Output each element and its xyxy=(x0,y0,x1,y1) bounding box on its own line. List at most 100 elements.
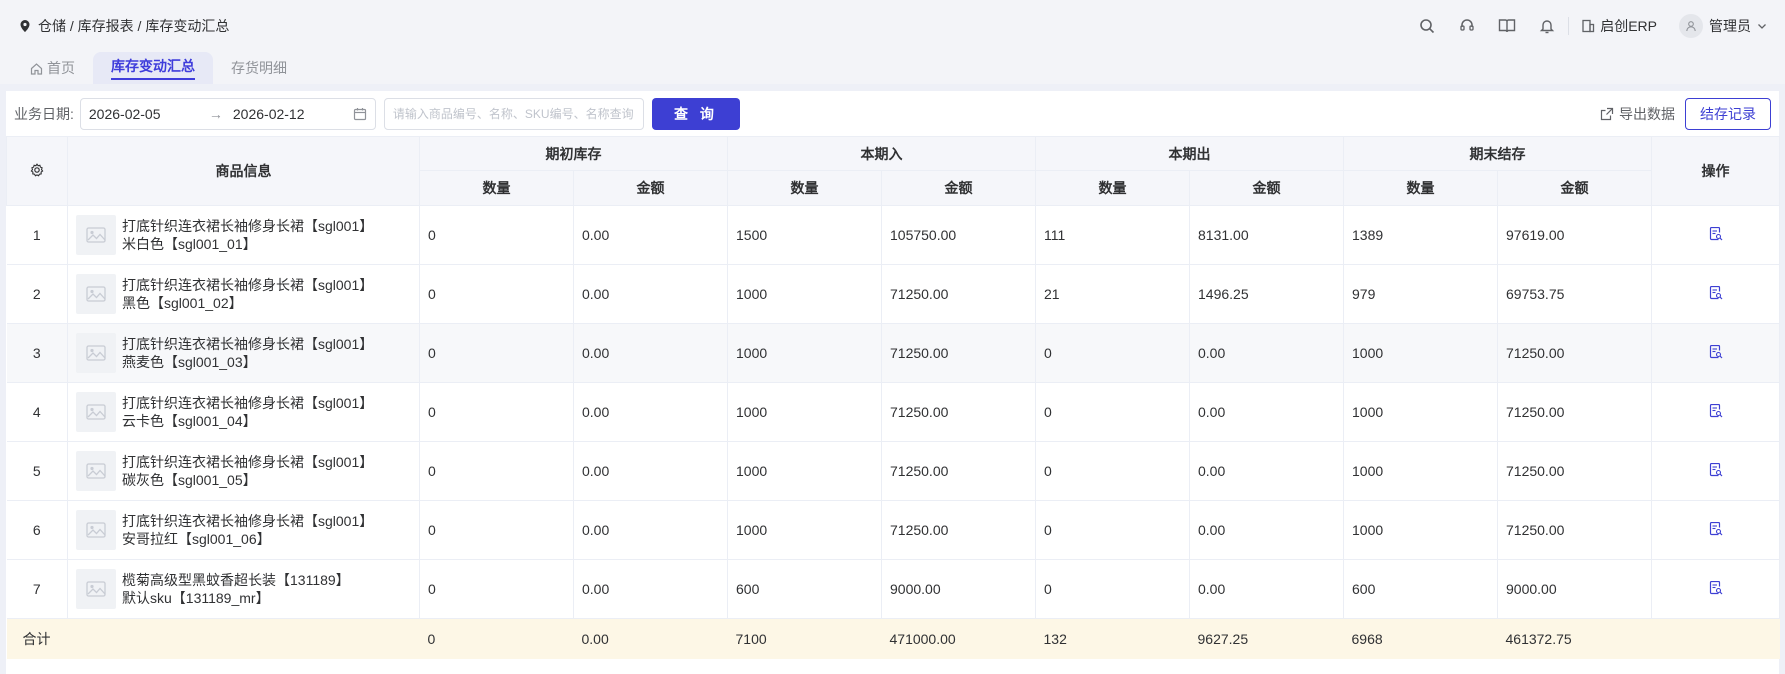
op-cell xyxy=(1651,559,1780,619)
total-close-qty: 6968 xyxy=(1343,618,1498,659)
column-settings[interactable] xyxy=(6,136,68,206)
end-date[interactable]: 2026-02-12 xyxy=(233,106,343,122)
cell-open-amt: 0.00 xyxy=(573,205,728,265)
cell-open-amt: 0.00 xyxy=(573,500,728,560)
cell-close-qty: 979 xyxy=(1343,264,1498,324)
view-detail-icon[interactable] xyxy=(1709,344,1723,359)
table-row: 6 打底针织连衣裙长袖修身长裙【sgl001】 安哥拉红【sgl001_06】 0 0.… xyxy=(6,500,1780,560)
cell-close-qty: 1000 xyxy=(1343,500,1498,560)
image-placeholder-icon xyxy=(76,392,116,432)
header-product: 商品信息 xyxy=(67,136,420,206)
total-open-qty: 0 xyxy=(419,618,574,659)
row-index: 6 xyxy=(6,500,68,560)
product-cell: 打底针织连衣裙长袖修身长裙【sgl001】 黑色【sgl001_02】 xyxy=(67,264,420,324)
header-opening: 期初库存 xyxy=(419,136,728,171)
product-cell: 打底针织连衣裙长袖修身长裙【sgl001】 安哥拉红【sgl001_06】 xyxy=(67,500,420,560)
filter-bar: 业务日期: 2026-02-05 → 2026-02-12 查 询 导出数据 结… xyxy=(6,91,1779,136)
breadcrumb: 仓储 / 库存报表 / 库存变动汇总 xyxy=(18,16,229,36)
table-row: 3 打底针织连衣裙长袖修身长裙【sgl001】 燕麦色【sgl001_03】 0 0.0… xyxy=(6,323,1780,383)
tab-home[interactable]: 首页 xyxy=(12,52,93,84)
cell-open-qty: 0 xyxy=(419,559,574,619)
product-sku: 黑色【sgl001_02】 xyxy=(122,295,243,311)
header-qty: 数量 xyxy=(419,170,574,206)
total-in-amt: 471000.00 xyxy=(881,618,1036,659)
row-index: 2 xyxy=(6,264,68,324)
product-cell: 打底针织连衣裙长袖修身长裙【sgl001】 米白色【sgl001_01】 xyxy=(67,205,420,265)
cell-in-amt: 71250.00 xyxy=(881,382,1036,442)
image-placeholder-icon xyxy=(76,215,116,255)
date-range-picker[interactable]: 2026-02-05 → 2026-02-12 xyxy=(79,97,376,130)
cell-out-qty: 0 xyxy=(1035,500,1190,560)
user-menu[interactable]: 管理员 xyxy=(1679,14,1767,38)
cell-in-amt: 71250.00 xyxy=(881,264,1036,324)
cell-open-qty: 0 xyxy=(419,323,574,383)
cell-close-qty: 1000 xyxy=(1343,382,1498,442)
search-icon[interactable] xyxy=(1418,17,1436,35)
total-row: 合计 0 0.00 7100 471000.00 132 9627.25 696… xyxy=(6,618,1780,659)
building-icon xyxy=(1582,19,1595,33)
header-op: 操作 xyxy=(1651,136,1780,206)
tab-inventory-change-summary[interactable]: 库存变动汇总 xyxy=(93,52,213,84)
cell-out-qty: 0 xyxy=(1035,559,1190,619)
home-icon xyxy=(30,62,43,75)
op-cell xyxy=(1651,264,1780,324)
export-button[interactable]: 导出数据 xyxy=(1600,104,1675,124)
header-qty: 数量 xyxy=(727,170,882,206)
view-detail-icon[interactable] xyxy=(1709,226,1723,241)
op-cell xyxy=(1651,500,1780,560)
cell-out-amt: 0.00 xyxy=(1189,500,1344,560)
gear-icon[interactable] xyxy=(30,162,44,177)
brand[interactable]: 启创ERP xyxy=(1581,16,1657,36)
table-row: 2 打底针织连衣裙长袖修身长裙【sgl001】 黑色【sgl001_02】 0 0.00… xyxy=(6,264,1780,324)
query-button[interactable]: 查 询 xyxy=(651,97,740,130)
tab-inventory-detail[interactable]: 存货明细 xyxy=(213,52,305,84)
header-amount: 金额 xyxy=(1497,170,1652,206)
total-open-amt: 0.00 xyxy=(573,618,728,659)
cell-open-amt: 0.00 xyxy=(573,382,728,442)
total-out-qty: 132 xyxy=(1035,618,1190,659)
book-icon[interactable] xyxy=(1498,17,1516,35)
cell-out-qty: 111 xyxy=(1035,205,1190,265)
op-cell xyxy=(1651,323,1780,383)
view-detail-icon[interactable] xyxy=(1709,403,1723,418)
cell-out-amt: 0.00 xyxy=(1189,441,1344,501)
cell-close-amt: 9000.00 xyxy=(1497,559,1652,619)
search-input[interactable] xyxy=(383,97,644,130)
tab-label: 首页 xyxy=(47,60,75,76)
cell-close-amt: 97619.00 xyxy=(1497,205,1652,265)
cell-open-qty: 0 xyxy=(419,264,574,324)
closing-record-button[interactable]: 结存记录 xyxy=(1685,97,1771,130)
cell-in-qty: 600 xyxy=(727,559,882,619)
view-detail-icon[interactable] xyxy=(1709,580,1723,595)
image-placeholder-icon xyxy=(76,451,116,491)
view-detail-icon[interactable] xyxy=(1709,285,1723,300)
top-bar: 仓储 / 库存报表 / 库存变动汇总 启创ERP 管理员 xyxy=(0,0,1785,52)
table-row: 7 榄菊高级型黑蚊香超长装【131189】 默认sku【131189_mr】 0 0.0… xyxy=(6,559,1780,619)
cell-out-qty: 0 xyxy=(1035,382,1190,442)
breadcrumb-text: 仓储 / 库存报表 / 库存变动汇总 xyxy=(38,18,230,34)
total-close-amt: 461372.75 xyxy=(1497,618,1652,659)
header-amount: 金额 xyxy=(881,170,1036,206)
cell-out-qty: 21 xyxy=(1035,264,1190,324)
total-in-qty: 7100 xyxy=(727,618,882,659)
view-detail-icon[interactable] xyxy=(1709,462,1723,477)
image-placeholder-icon xyxy=(76,333,116,373)
cell-close-qty: 1000 xyxy=(1343,323,1498,383)
product-sku: 燕麦色【sgl001_03】 xyxy=(122,354,257,370)
row-index: 1 xyxy=(6,205,68,265)
date-label: 业务日期: xyxy=(14,105,74,122)
cell-close-amt: 71250.00 xyxy=(1497,323,1652,383)
start-date[interactable]: 2026-02-05 xyxy=(89,106,199,122)
bell-icon[interactable] xyxy=(1538,17,1556,35)
product-name: 打底针织连衣裙长袖修身长裙【sgl001】 xyxy=(122,336,374,352)
product-cell: 打底针织连衣裙长袖修身长裙【sgl001】 云卡色【sgl001_04】 xyxy=(67,382,420,442)
product-name: 打底针织连衣裙长袖修身长裙【sgl001】 xyxy=(122,513,374,529)
view-detail-icon[interactable] xyxy=(1709,521,1723,536)
support-icon[interactable] xyxy=(1458,17,1476,35)
tab-label: 库存变动汇总 xyxy=(111,56,195,80)
calendar-icon[interactable] xyxy=(353,107,367,121)
row-index: 4 xyxy=(6,382,68,442)
table-row: 5 打底针织连衣裙长袖修身长裙【sgl001】 碳灰色【sgl001_05】 0 0.0… xyxy=(6,441,1780,501)
product-sku: 安哥拉红【sgl001_06】 xyxy=(122,531,271,547)
cell-close-qty: 1000 xyxy=(1343,441,1498,501)
